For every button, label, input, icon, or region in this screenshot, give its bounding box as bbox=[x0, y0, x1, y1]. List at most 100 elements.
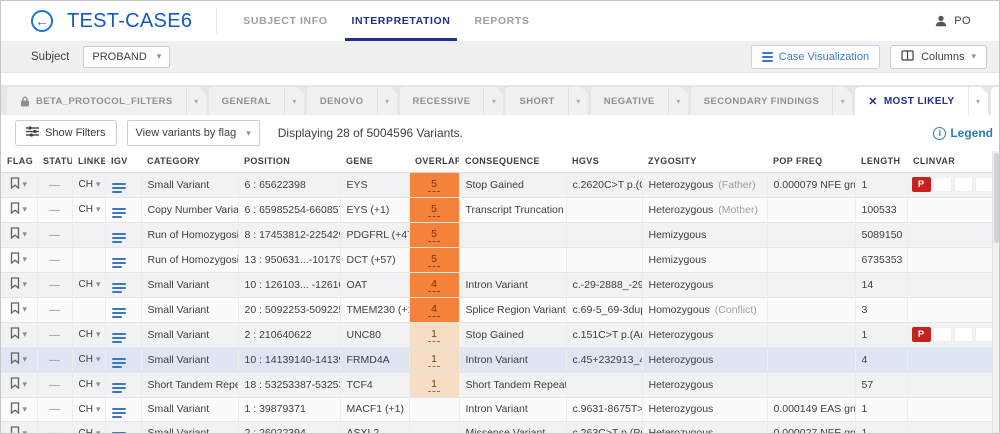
cell-zygosity: Homozygous(Conflict) bbox=[642, 297, 767, 322]
column-header-position[interactable]: POSITION bbox=[238, 151, 340, 172]
view-tab-menu-chevron-icon[interactable]: ▾ bbox=[568, 87, 588, 115]
igv-icon[interactable] bbox=[112, 233, 126, 243]
variant-row[interactable]: ▾—CH▾Short Tandem Repe...18 : 53253387-5… bbox=[1, 372, 994, 397]
column-header-zygosity[interactable]: ZYGOSITY bbox=[642, 151, 767, 172]
legend-link[interactable]: i Legend bbox=[933, 126, 993, 140]
overlap-badge[interactable]: 1 bbox=[410, 373, 459, 397]
igv-icon[interactable] bbox=[112, 308, 126, 318]
overlap-badge[interactable]: 1 bbox=[410, 348, 459, 372]
overlap-badge[interactable]: 4 bbox=[410, 298, 459, 322]
variant-row[interactable]: ▾—CH▾Small Variant2 : 26022394ASXL2Misse… bbox=[1, 421, 994, 434]
flag-menu[interactable]: ▾ bbox=[7, 277, 31, 292]
linked-menu[interactable]: CH▾ bbox=[79, 354, 99, 365]
cell-linked bbox=[72, 247, 105, 272]
column-header-overlap[interactable]: OVERLAP bbox=[409, 151, 459, 172]
view-tab-menu-chevron-icon[interactable]: ▾ bbox=[968, 87, 988, 115]
columns-button[interactable]: Columns ▾ bbox=[890, 45, 987, 69]
variant-row[interactable]: ▾—CH▾Small Variant1 : 39879371MACF1 (+1)… bbox=[1, 397, 994, 421]
variant-row[interactable]: ▾—CH▾Copy Number Variant6 : 65985254-660… bbox=[1, 197, 994, 222]
overlap-badge[interactable]: 1 bbox=[410, 323, 459, 347]
clinvar-pathogenic-badge[interactable]: P bbox=[912, 327, 931, 342]
column-header-clinvar[interactable]: CLINVAR bbox=[907, 151, 994, 172]
igv-icon[interactable] bbox=[112, 358, 126, 368]
flag-menu[interactable]: ▾ bbox=[7, 402, 31, 417]
overlap-badge[interactable]: 5 bbox=[410, 173, 459, 197]
view-tab-secondary-findings[interactable]: SECONDARY FINDINGS▾ bbox=[691, 87, 852, 115]
view-tab-menu-chevron-icon[interactable]: ▾ bbox=[186, 87, 206, 115]
flag-menu[interactable]: ▾ bbox=[7, 177, 31, 192]
view-tab-short[interactable]: SHORT▾ bbox=[506, 87, 587, 115]
flag-menu[interactable]: ▾ bbox=[7, 227, 31, 242]
igv-icon[interactable] bbox=[112, 208, 126, 218]
tab-interpretation[interactable]: INTERPRETATION bbox=[339, 1, 462, 41]
linked-menu[interactable]: CH▾ bbox=[79, 428, 99, 434]
new-view-tab[interactable]: + NEW VIEW bbox=[991, 87, 999, 115]
linked-menu[interactable]: CH▾ bbox=[79, 404, 99, 415]
column-header-length[interactable]: LENGTH bbox=[855, 151, 907, 172]
flag-menu[interactable]: ▾ bbox=[7, 327, 31, 342]
view-tab-beta-protocol-filters[interactable]: BETA_PROTOCOL_FILTERS▾ bbox=[7, 87, 206, 115]
show-filters-button[interactable]: Show Filters bbox=[15, 120, 117, 146]
view-tab-menu-chevron-icon[interactable]: ▾ bbox=[832, 87, 852, 115]
view-tab-menu-chevron-icon[interactable]: ▾ bbox=[668, 87, 688, 115]
igv-icon[interactable] bbox=[112, 283, 126, 293]
linked-menu[interactable]: CH▾ bbox=[79, 279, 99, 290]
flag-menu[interactable]: ▾ bbox=[7, 252, 31, 267]
column-header-gene[interactable]: GENE bbox=[340, 151, 409, 172]
view-tab-recessive[interactable]: RECESSIVE▾ bbox=[400, 87, 504, 115]
linked-menu[interactable]: CH▾ bbox=[79, 329, 99, 340]
view-tab-menu-chevron-icon[interactable]: ▾ bbox=[284, 87, 304, 115]
variant-row[interactable]: ▾—CH▾Small Variant6 : 65622398EYS5Stop G… bbox=[1, 172, 994, 197]
igv-icon[interactable] bbox=[112, 258, 126, 268]
flag-menu[interactable]: ▾ bbox=[7, 352, 31, 367]
view-tab-negative[interactable]: NEGATIVE▾ bbox=[591, 87, 688, 115]
user-menu[interactable]: PO bbox=[934, 1, 971, 41]
scrollbar-thumb[interactable] bbox=[994, 153, 999, 243]
linked-menu[interactable]: CH▾ bbox=[79, 204, 99, 215]
column-header-hgvs[interactable]: HGVS bbox=[566, 151, 642, 172]
back-button[interactable]: ← bbox=[31, 10, 53, 32]
view-tab-most-likely[interactable]: ✕MOST LIKELY▾ bbox=[855, 87, 987, 115]
flag-menu[interactable]: ▾ bbox=[7, 302, 31, 317]
column-header-consequence[interactable]: CONSEQUENCE bbox=[459, 151, 566, 172]
column-header-linked[interactable]: LINKED bbox=[72, 151, 105, 172]
tab-subject-info[interactable]: SUBJECT INFO bbox=[231, 1, 339, 41]
igv-icon[interactable] bbox=[112, 333, 126, 343]
column-header-status[interactable]: STATUS bbox=[37, 151, 72, 172]
igv-icon[interactable] bbox=[112, 183, 126, 193]
column-header-igv[interactable]: IGV bbox=[105, 151, 141, 172]
column-header-flag[interactable]: FLAG bbox=[1, 151, 37, 172]
view-tab-denovo[interactable]: DENOVO▾ bbox=[307, 87, 397, 115]
cell-status: — bbox=[37, 172, 72, 197]
column-header-category[interactable]: CATEGORY bbox=[141, 151, 238, 172]
overlap-badge[interactable]: 5 bbox=[410, 248, 459, 272]
subject-select[interactable]: PROBAND ▾ bbox=[83, 46, 170, 68]
variant-row[interactable]: ▾—Run of Homozygosity13 : 950631...-1017… bbox=[1, 247, 994, 272]
view-tab-menu-chevron-icon[interactable]: ▾ bbox=[377, 87, 397, 115]
variant-row[interactable]: ▾—CH▾Small Variant2 : 210640622UNC801Sto… bbox=[1, 322, 994, 347]
view-by-flag-select[interactable]: View variants by flag ▾ bbox=[127, 120, 260, 146]
tab-reports[interactable]: REPORTS bbox=[463, 1, 542, 41]
case-visualization-button[interactable]: Case Visualization bbox=[751, 45, 880, 69]
cell-hgvs: c.9631-8675T>C bbox=[566, 397, 642, 421]
overlap-badge[interactable]: 4 bbox=[410, 273, 459, 297]
view-tab-general[interactable]: GENERAL▾ bbox=[209, 87, 304, 115]
flag-menu[interactable]: ▾ bbox=[7, 426, 31, 434]
clinvar-pathogenic-badge[interactable]: P bbox=[912, 177, 931, 192]
variant-row[interactable]: ▾—Small Variant20 : 5092253-5092254TMEM2… bbox=[1, 297, 994, 322]
flag-menu[interactable]: ▾ bbox=[7, 377, 31, 392]
variant-row[interactable]: ▾—CH▾Small Variant10 : 14139140-14139141… bbox=[1, 347, 994, 372]
column-header-pop-freq[interactable]: POP FREQ bbox=[767, 151, 855, 172]
flag-menu[interactable]: ▾ bbox=[7, 202, 31, 217]
variant-row[interactable]: ▾—CH▾Small Variant10 : 126103... -126103… bbox=[1, 272, 994, 297]
variant-row[interactable]: ▾—Run of Homozygosity8 : 17453812-225429… bbox=[1, 222, 994, 247]
igv-icon[interactable] bbox=[112, 383, 126, 393]
overlap-badge[interactable]: 5 bbox=[410, 198, 459, 222]
igv-icon[interactable] bbox=[112, 408, 126, 418]
linked-menu[interactable]: CH▾ bbox=[79, 379, 99, 390]
overlap-badge[interactable]: 5 bbox=[410, 223, 459, 247]
linked-menu[interactable]: CH▾ bbox=[79, 179, 99, 190]
close-icon[interactable]: ✕ bbox=[868, 95, 878, 108]
view-tab-menu-chevron-icon[interactable]: ▾ bbox=[483, 87, 503, 115]
vertical-scrollbar[interactable] bbox=[992, 151, 999, 434]
